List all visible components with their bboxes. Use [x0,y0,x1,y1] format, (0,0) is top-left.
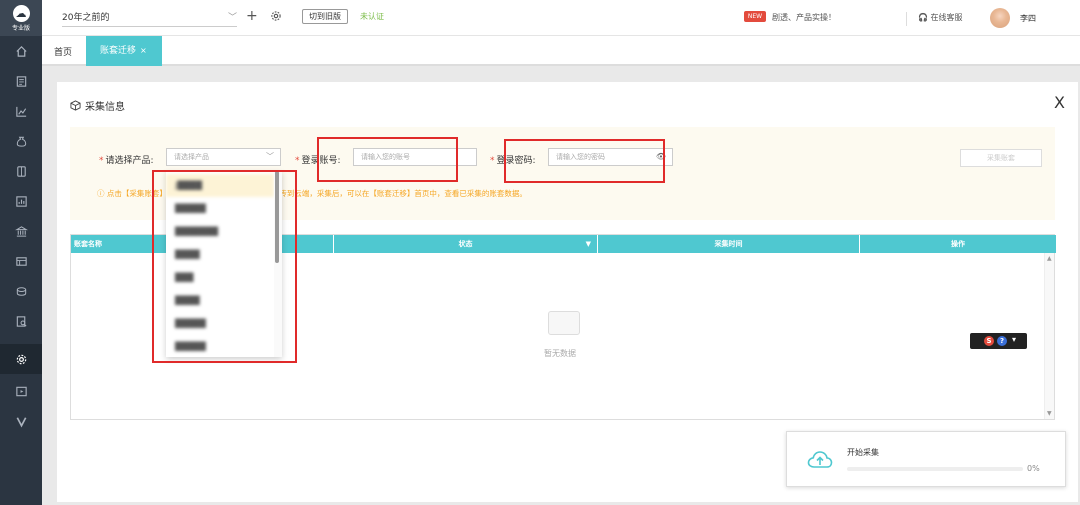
money-bag-icon [16,136,26,147]
account-settings-button[interactable] [270,10,282,25]
brand-edition: 专业版 [11,24,30,32]
divider [906,12,907,26]
close-tab-icon[interactable]: × [140,46,147,55]
online-service-label: 在线客服 [930,13,963,22]
empty-inbox-icon [548,311,580,335]
scroll-down-icon[interactable]: ▼ [1047,410,1052,417]
add-account-set-button[interactable]: + [246,8,258,24]
online-service-link[interactable]: 🎧 在线客服 [918,12,963,23]
verification-status[interactable]: 未认证 [360,11,384,22]
ime-toolbar[interactable]: S ? ▾ [970,333,1027,349]
sidebar-item-assets[interactable] [0,276,42,306]
progress-bar [847,467,1023,471]
top-bar: 20年之前的 ﹀ + 切到旧版 未认证 NEW 剧透、产品实操！ 🎧 在线客服 … [42,0,1080,36]
news-badge: NEW [744,11,766,22]
sidebar-item-audit[interactable] [0,306,42,336]
progress-title: 开始采集 [847,448,879,457]
highlight-password-field [504,139,665,183]
sidebar-item-vouchers[interactable] [0,66,42,96]
collect-progress-card: 开始采集 0% [786,431,1066,487]
sidebar-item-vip[interactable] [0,406,42,436]
chart-icon [15,106,26,117]
sidebar-item-ledger[interactable] [0,156,42,186]
panel-title: 采集信息 [70,98,125,113]
report-icon [15,195,27,207]
filter-icon[interactable]: ▼ [586,235,591,253]
progress-percent: 0% [1027,464,1040,473]
screen-icon [15,386,27,396]
account-set-value: 20年之前的 [62,13,110,23]
v-icon [16,416,26,427]
audit-icon [16,315,27,327]
tab-home[interactable]: 首页 [54,45,72,58]
gear-icon [271,11,281,21]
sidebar-item-analysis[interactable] [0,96,42,126]
coins-icon [16,286,26,296]
sidebar-item-settings[interactable] [0,344,42,374]
table-icon [15,256,27,266]
ime-s-icon[interactable]: S [984,336,994,346]
col-collect-time: 采集时间 [598,235,860,253]
chevron-down-icon: ﹀ [227,13,237,23]
brand-logo[interactable]: ☁ 专业版 [0,0,42,36]
tab-bar: 首页 账套迁移 × [42,36,1080,66]
cube-icon [70,100,81,111]
scroll-up-icon[interactable]: ▲ [1047,255,1052,262]
sidebar-item-reports[interactable] [0,186,42,216]
tab-account-migration[interactable]: 账套迁移 × [86,36,162,66]
col-status[interactable]: 状态 ▼ [334,235,598,253]
avatar[interactable] [990,8,1010,28]
news-link[interactable]: 剧透、产品实操！ [772,12,836,23]
gear-icon [16,354,26,364]
sidebar: ☁ 专业版 [0,0,42,505]
help-icon[interactable]: ? [997,336,1007,346]
highlight-account-field [317,137,458,182]
ime-menu-icon[interactable]: ▾ [1012,335,1016,344]
product-placeholder: 请选择产品 [174,153,209,161]
product-label: * 请选择产品: [99,156,154,166]
ledger-icon [16,165,26,177]
cloud-logo-icon: ☁ [12,4,30,22]
empty-text: 暂无数据 [544,349,576,358]
cloud-upload-icon [807,450,833,473]
list-icon [16,75,26,87]
close-panel-button[interactable]: X [1054,93,1065,112]
panel-title-text: 采集信息 [85,102,125,113]
headset-icon: 🎧 [918,13,928,22]
tab-label: 账套迁移 [100,46,137,56]
sidebar-item-home[interactable] [0,36,42,66]
sidebar-item-screen[interactable] [0,376,42,406]
bank-icon [14,225,28,237]
chevron-down-icon: ﹀ [266,152,274,161]
highlight-product-list [152,170,297,363]
switch-old-version-button[interactable]: 切到旧版 [302,9,348,24]
account-set-select[interactable]: 20年之前的 ﹀ [62,10,237,27]
sidebar-item-bank[interactable] [0,216,42,246]
sidebar-item-tables[interactable] [0,246,42,276]
sidebar-item-finance[interactable] [0,126,42,156]
home-icon [15,45,27,57]
collect-account-button[interactable]: 采集账套 [960,149,1042,167]
table-scrollbar[interactable]: ▲ ▼ [1044,253,1054,419]
col-actions: 操作 [951,240,965,248]
product-select[interactable]: 请选择产品 ﹀ [166,148,281,166]
user-name[interactable]: 李四 [1020,13,1036,24]
